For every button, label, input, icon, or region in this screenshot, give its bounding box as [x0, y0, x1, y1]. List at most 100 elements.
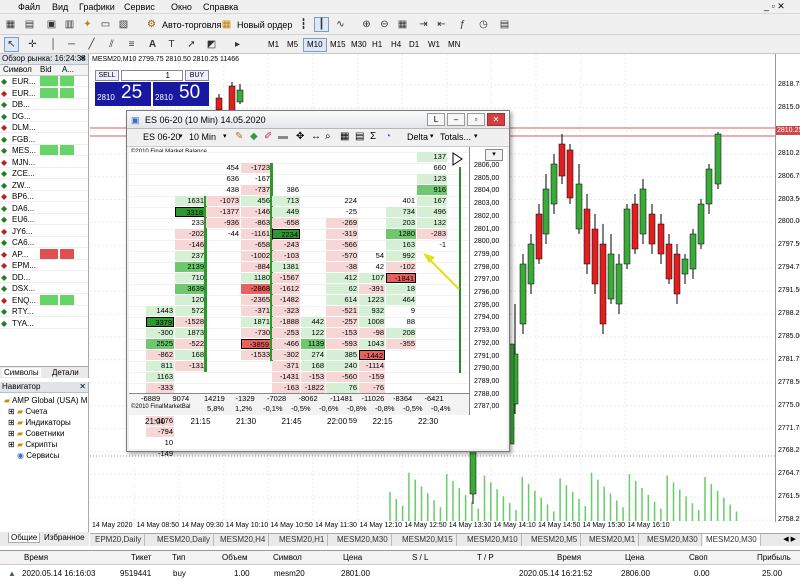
autotrade-button[interactable]: Авто-торговля	[158, 18, 225, 32]
chart-tab[interactable]: MESM20,M30	[334, 534, 392, 546]
totals-dropdown-icon[interactable]: ▾	[474, 132, 478, 140]
nav-root[interactable]: ▰ AMP Global (USA) M	[4, 396, 87, 405]
market-watch-row[interactable]: ◆ AP...	[0, 248, 88, 260]
terminal-icon[interactable]: ▭	[98, 17, 113, 32]
market-watch-row[interactable]: ◆ BP6...	[0, 191, 88, 202]
trendline-icon[interactable]: ╱	[84, 37, 99, 52]
buy-button[interactable]: BUY	[185, 70, 209, 81]
tab-details[interactable]: Детали	[52, 368, 79, 377]
market-watch-row[interactable]: ◆ ENQ...	[0, 294, 88, 306]
chart-tab[interactable]: MESM20,M30	[644, 534, 702, 546]
move-icon[interactable]: ✥	[296, 131, 304, 142]
hdr-symbol[interactable]: Символ	[273, 553, 302, 562]
market-watch-row[interactable]: ◆ DA6...	[0, 202, 88, 214]
tf-m1[interactable]: M1	[264, 38, 283, 52]
menu-window[interactable]: Окно	[171, 2, 192, 12]
market-watch-row[interactable]: ◆ EUR...	[0, 76, 88, 87]
symbol-select[interactable]: ES 06-20	[143, 132, 181, 142]
fmb-window-title[interactable]: ▣ ES 06-20 (10 Min) 14.05.2020 L – ▫ ✕	[127, 111, 509, 129]
hdr-type[interactable]: Тип	[172, 553, 185, 562]
maximize-icon[interactable]: ▫	[467, 113, 485, 126]
chart-shift-icon[interactable]: ⇤	[434, 17, 449, 32]
delta-dropdown-icon[interactable]: ▾	[430, 132, 434, 140]
autoscroll-icon[interactable]: ⇥	[416, 17, 431, 32]
nav-scripts[interactable]: ⊞ ▰ Скрипты	[8, 440, 57, 449]
pencil-icon[interactable]: ✎	[235, 131, 243, 142]
shapes-dropdown-icon[interactable]: ▸	[230, 37, 245, 52]
market-watch-row[interactable]: ◆ CA6...	[0, 237, 88, 248]
market-watch-row[interactable]: ◆ RTY...	[0, 306, 88, 317]
order-ticket[interactable]: 9519441	[120, 569, 151, 578]
market-watch-row[interactable]: ◆ EUR...	[0, 87, 88, 99]
nav-experts[interactable]: ⊞ ▰ Советники	[8, 429, 64, 438]
zoom-icon[interactable]: ⌕	[325, 131, 331, 142]
close-icon[interactable]: ✕	[487, 113, 505, 126]
col-ask[interactable]: A...	[62, 65, 74, 75]
market-watch-row[interactable]: ◆ DSX...	[0, 283, 88, 294]
sum-icon[interactable]: Σ	[370, 131, 376, 142]
tab-symbols[interactable]: Символы	[2, 368, 41, 377]
fmb-footprint-chart[interactable]: ©2010 Final Market Balance 1443 3379 -300 2…	[129, 147, 507, 458]
symbol-dropdown-icon[interactable]: ▾	[179, 132, 183, 140]
buy-price-box[interactable]: 2810 50	[153, 82, 209, 106]
chart-tab[interactable]: MESM20,H1	[276, 534, 329, 546]
tf-h1[interactable]: H1	[368, 38, 386, 52]
chart-tab[interactable]: MESM20,M1	[586, 534, 640, 546]
fibo-icon[interactable]: ≡	[124, 37, 139, 52]
new-order-icon[interactable]: ▦	[219, 17, 234, 32]
text-icon[interactable]: A	[145, 37, 160, 52]
menu-charts[interactable]: Графики	[79, 2, 115, 12]
hdr-tp[interactable]: T / P	[477, 553, 494, 562]
order-volume[interactable]: 1.00	[234, 569, 250, 578]
nav-indicators[interactable]: ⊞ ▰ Индикаторы	[8, 418, 71, 427]
indicators-icon[interactable]: ƒ	[455, 17, 470, 32]
lock-icon[interactable]: L	[427, 113, 445, 126]
hdr-price2[interactable]: Цена	[625, 553, 644, 562]
order-swap[interactable]: 0.00	[694, 569, 710, 578]
data-window-icon[interactable]: ▥	[62, 17, 77, 32]
tf-m10[interactable]: M10	[303, 38, 327, 52]
minimize-icon[interactable]: –	[447, 113, 465, 126]
bar-chart-icon[interactable]: ┇	[296, 17, 311, 32]
market-watch-row[interactable]: ◆ ZW...	[0, 179, 88, 191]
chart-tab[interactable]: MESM20,Daily	[154, 534, 214, 546]
sell-button[interactable]: SELL	[95, 70, 119, 81]
line-chart-icon[interactable]: ∿	[333, 17, 348, 32]
col-symbol[interactable]: Символ	[3, 65, 32, 75]
col-bid[interactable]: Bid	[40, 65, 52, 75]
totals-button[interactable]: Totals...	[440, 132, 471, 142]
market-watch-icon[interactable]: ▣	[44, 17, 59, 32]
market-watch-row[interactable]: ◆ EPM...	[0, 260, 88, 271]
label-icon[interactable]: T	[164, 37, 179, 52]
close-icon[interactable]: ✕	[79, 54, 86, 64]
hdr-time2[interactable]: Время	[557, 553, 581, 562]
tf-w1[interactable]: W1	[424, 38, 444, 52]
tf-dropdown-icon[interactable]: ▾	[223, 132, 227, 140]
horizontal-line-icon[interactable]: ─	[64, 37, 79, 52]
sell-price-box[interactable]: 2810 25	[95, 82, 151, 106]
chart-tab[interactable]: MESM20,H4	[217, 534, 270, 546]
order-symbol[interactable]: mesm20	[274, 569, 305, 578]
market-watch-row[interactable]: ◆ MJN...	[0, 156, 88, 168]
new-order-button[interactable]: Новый ордер	[233, 18, 296, 32]
hdr-swap[interactable]: Своп	[689, 553, 708, 562]
market-watch-row[interactable]: ◆ DB...	[0, 99, 88, 110]
hdr-sl[interactable]: S / L	[412, 553, 428, 562]
tf-h4[interactable]: H4	[387, 38, 405, 52]
chart-tab[interactable]: MESM20,M10	[464, 534, 522, 546]
menu-tools[interactable]: Сервис	[124, 2, 155, 12]
tf-mn[interactable]: MN	[444, 38, 464, 52]
chart-tab[interactable]: MESM20,M5	[528, 534, 582, 546]
cursor-icon[interactable]: ↖	[4, 37, 19, 52]
tf-select[interactable]: 10 Min	[189, 132, 216, 142]
chart-tab[interactable]: MESM20,M30	[703, 534, 761, 546]
fmb-window[interactable]: ▣ ES 06-20 (10 Min) 14.05.2020 L – ▫ ✕ E…	[126, 110, 510, 458]
crosshair-icon[interactable]: ✛	[25, 37, 40, 52]
periods-icon[interactable]: ◷	[476, 17, 491, 32]
nav-accounts[interactable]: ⊞ ▰ Счета	[8, 407, 47, 416]
shapes-icon[interactable]: ◩	[204, 37, 219, 52]
order-open-time[interactable]: 2020.05.14 16:16:03	[22, 569, 95, 578]
candlestick-icon[interactable]: ┃	[314, 17, 329, 32]
nav-services[interactable]: ◉ Сервисы	[17, 451, 59, 460]
channel-icon[interactable]: ⫽	[104, 37, 119, 52]
